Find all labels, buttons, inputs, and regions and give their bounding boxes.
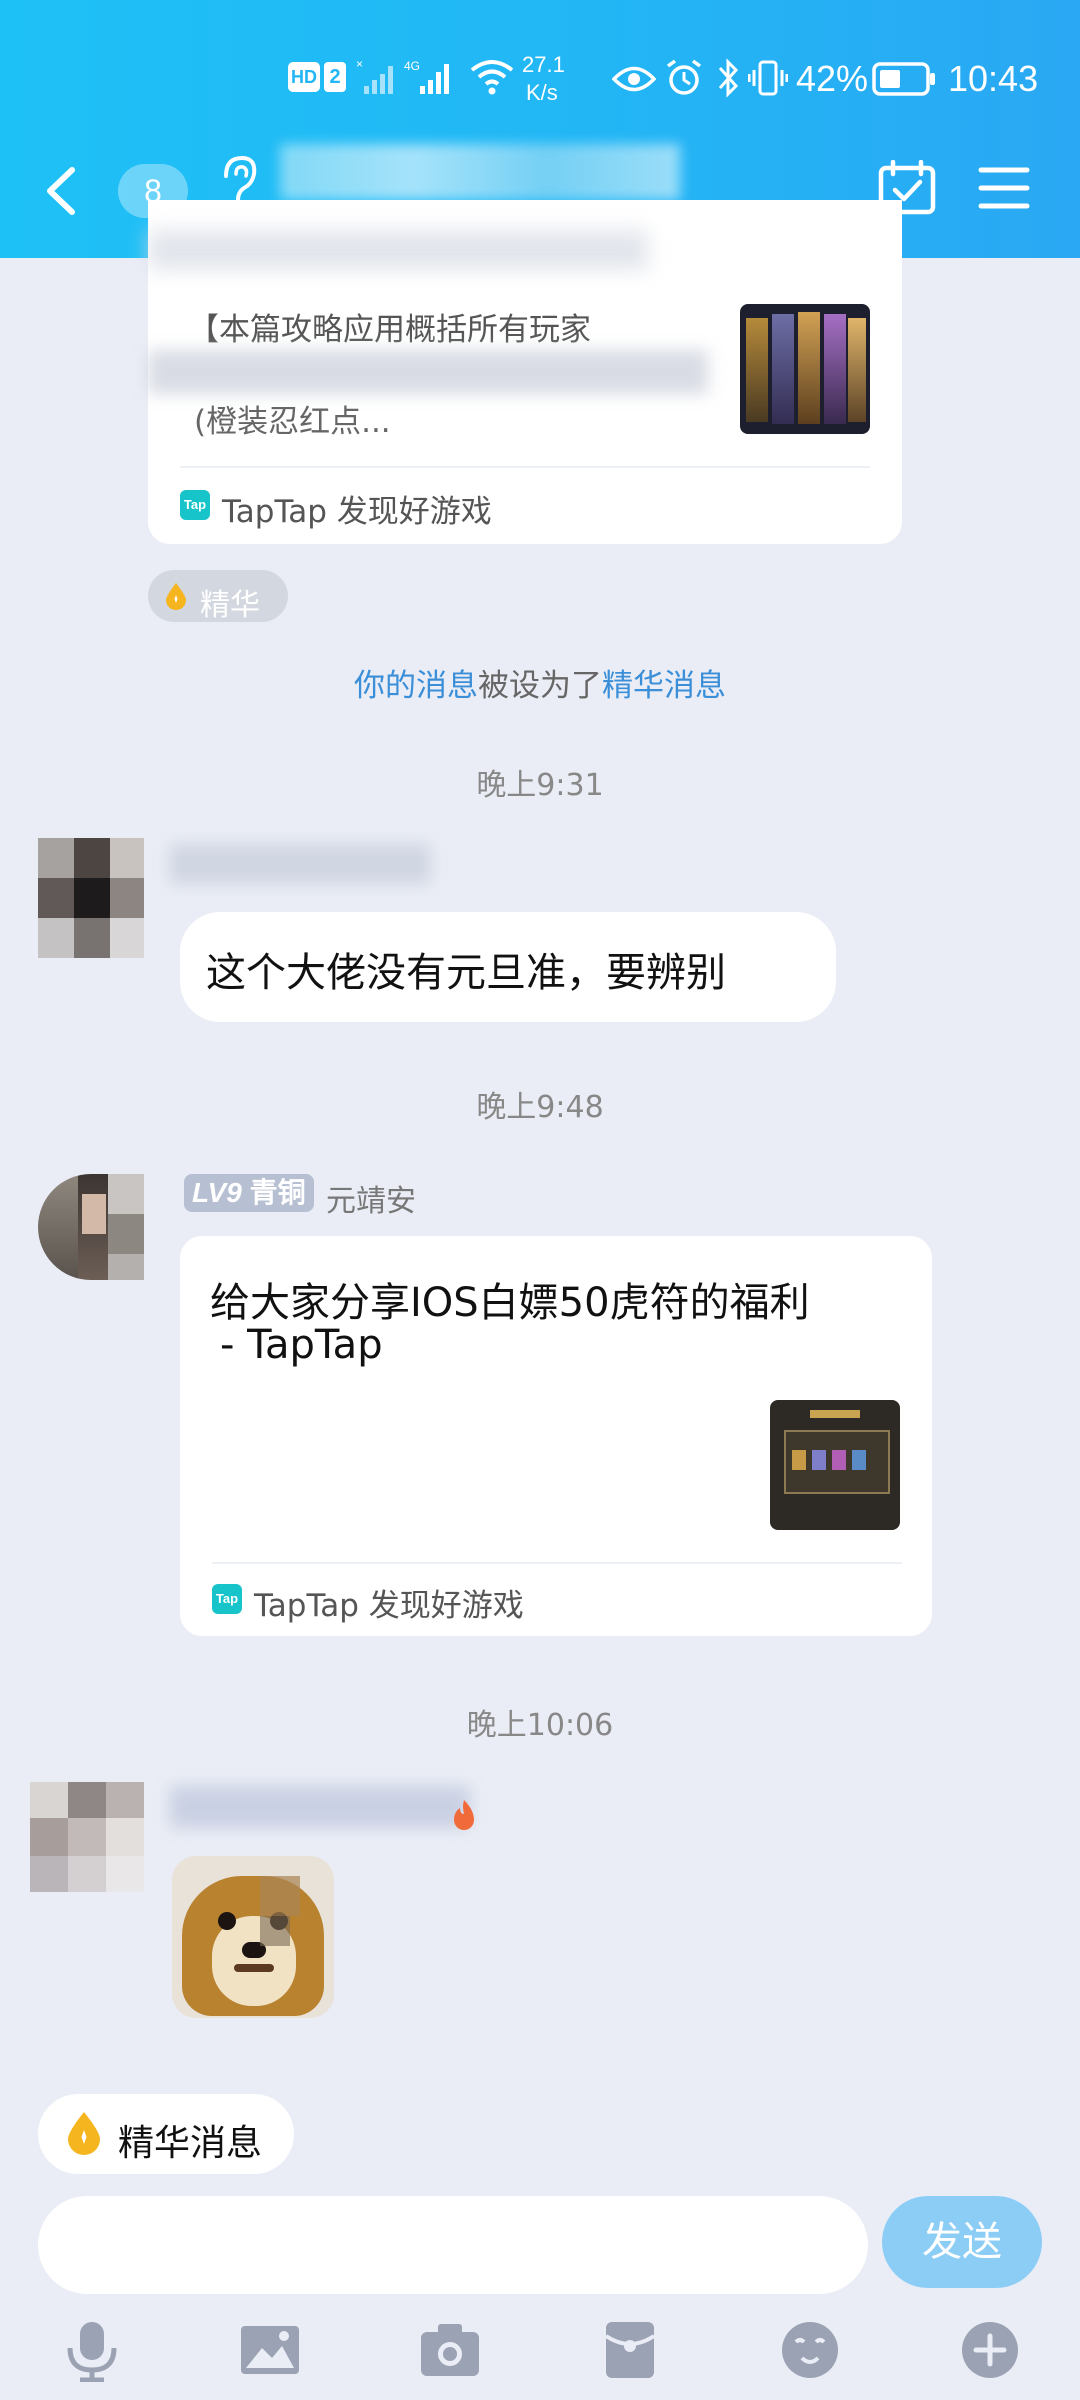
- shared-link-card[interactable]: 给大家分享IOS白嫖50虎符的福利 - TapTap Tap TapTap 发现…: [180, 1236, 932, 1636]
- hd-icon: HD: [288, 62, 320, 92]
- avatar-user[interactable]: [38, 1174, 144, 1280]
- camera-icon[interactable]: [418, 2318, 482, 2382]
- redacted-excerpt-blur: [148, 350, 708, 394]
- essence-button-label: 精华消息: [118, 2123, 263, 2164]
- wifi-icon: [470, 60, 514, 95]
- card-title-line2: - TapTap: [220, 1322, 383, 1368]
- signal-4g-icon: 4G: [404, 59, 449, 94]
- system-notice: 你的消息被设为了精华消息: [0, 660, 1080, 705]
- card-title-line1: 给大家分享IOS白嫖50虎符的福利: [210, 1280, 810, 1326]
- message-input[interactable]: [38, 2196, 868, 2294]
- sender-redacted-blur: [170, 844, 430, 884]
- sender-redacted-blur: [170, 1786, 470, 1828]
- timestamp: 晚上9:48: [476, 1090, 604, 1125]
- timestamp: 晚上9:31: [476, 768, 604, 803]
- sender-name[interactable]: 元靖安: [326, 1176, 416, 1220]
- clock: 10:43: [948, 58, 1039, 99]
- bluetooth-icon: [718, 58, 739, 98]
- shared-article-card[interactable]: 【本篇攻略应用概括所有玩家 (橙装忍红点... Tap TapTap 发现好游戏: [148, 200, 902, 544]
- taptap-logo-icon: Tap: [180, 490, 210, 520]
- menu-icon[interactable]: [978, 164, 1030, 212]
- vibrate-icon: [748, 60, 788, 96]
- svg-text:4G: 4G: [404, 59, 420, 73]
- notice-link-essence[interactable]: 精华消息: [602, 668, 726, 704]
- essence-tag: 精华: [148, 570, 288, 623]
- essence-tag-label: 精华: [200, 588, 260, 623]
- card-excerpt-line3: (橙装忍红点...: [194, 404, 391, 440]
- avatar-redacted[interactable]: [30, 1782, 144, 1892]
- group-name-redacted: [280, 144, 680, 200]
- alarm-icon: [666, 59, 702, 95]
- card-thumbnail: [770, 1400, 900, 1530]
- drop-badge-icon: [166, 583, 186, 610]
- image-icon[interactable]: [238, 2318, 302, 2382]
- card-divider: [212, 1562, 902, 1564]
- red-packet-icon[interactable]: [598, 2318, 662, 2382]
- avatar-redacted[interactable]: [38, 838, 144, 958]
- emoji-icon[interactable]: [778, 2318, 842, 2382]
- level-label: LV9: [192, 1177, 242, 1208]
- card-excerpt-line1: 【本篇攻略应用概括所有玩家: [188, 312, 591, 348]
- card-thumbnail: [740, 304, 870, 434]
- taptap-logo-icon: Tap: [212, 1584, 242, 1614]
- status-bar: HD 2 × 4G 27.1 K/s 42% 10:43: [0, 40, 1080, 120]
- battery-percent: 42%: [796, 58, 869, 99]
- card-source-label: TapTap 发现好游戏: [254, 1588, 524, 1624]
- send-button[interactable]: 发送: [882, 2196, 1042, 2288]
- back-arrow-icon[interactable]: [40, 166, 84, 216]
- rank-label: 青铜: [249, 1177, 306, 1208]
- plus-icon[interactable]: [958, 2318, 1022, 2382]
- network-speed-unit: K/s: [526, 80, 558, 105]
- signal-1-icon: ×: [356, 58, 393, 94]
- timestamp: 晚上10:06: [466, 1708, 614, 1743]
- network-speed-value: 27.1: [522, 52, 565, 77]
- svg-text:×: ×: [356, 58, 363, 71]
- eye-comfort-icon: [612, 66, 656, 92]
- message-text: 这个大佬没有元旦准，要辨别: [206, 950, 726, 996]
- battery-icon: [872, 62, 935, 96]
- mic-icon[interactable]: [60, 2318, 124, 2382]
- notice-link-your-message[interactable]: 你的消息: [354, 668, 478, 704]
- card-source-label: TapTap 发现好游戏: [222, 494, 492, 530]
- message-bubble[interactable]: 这个大佬没有元旦准，要辨别: [180, 912, 836, 1022]
- essence-messages-button[interactable]: 精华消息: [38, 2094, 294, 2174]
- fire-icon: [454, 1800, 474, 1830]
- user-level-badge: LV9 青铜: [184, 1174, 314, 1212]
- card-divider: [180, 466, 870, 468]
- redacted-title-blur: [148, 230, 648, 270]
- notice-text: 被设为了: [478, 668, 602, 704]
- sim2-icon: 2: [324, 62, 346, 92]
- sticker-image[interactable]: [172, 1856, 334, 2018]
- drop-badge-icon: [68, 2112, 100, 2155]
